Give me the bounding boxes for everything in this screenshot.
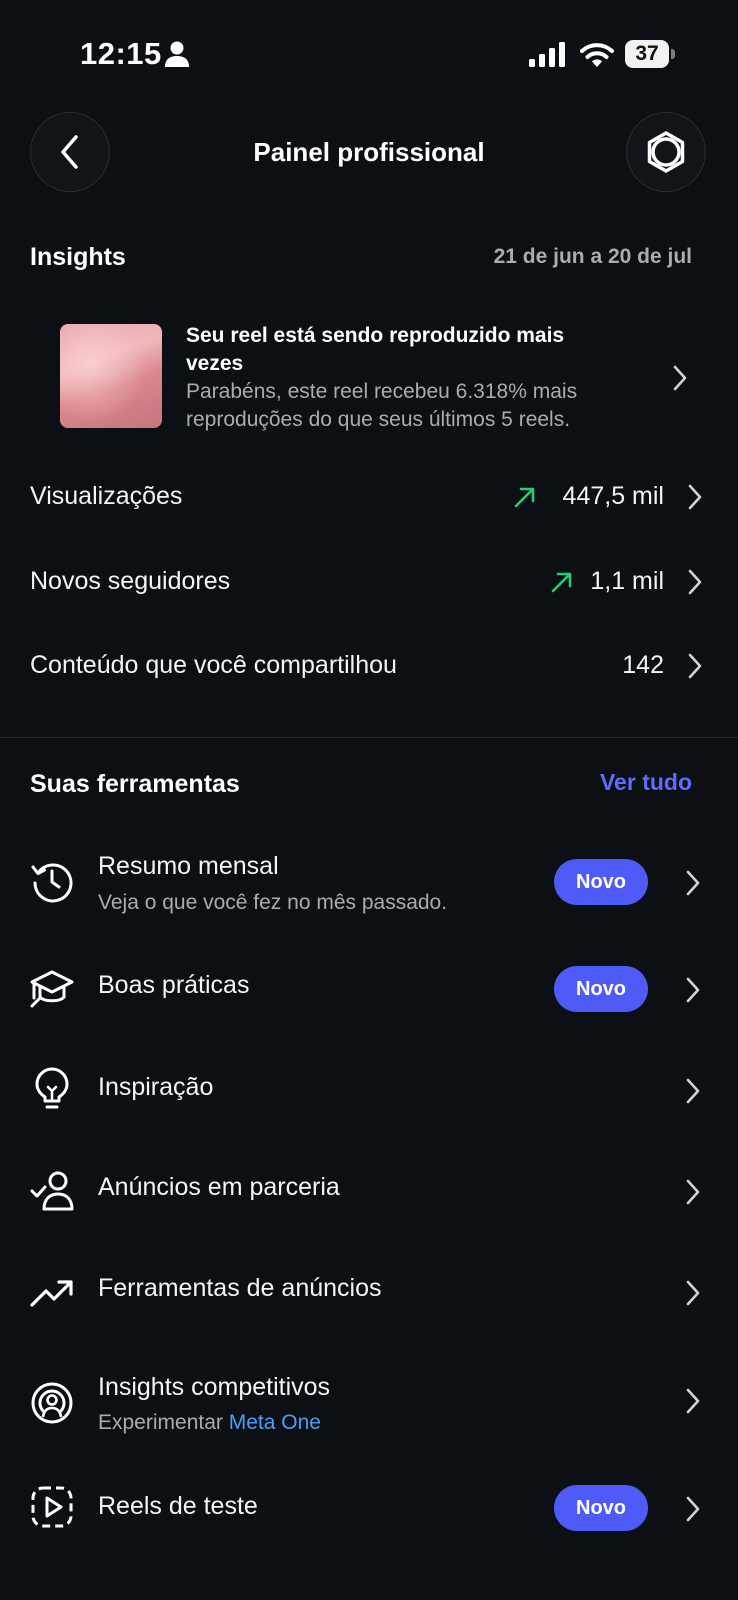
settings-button[interactable] <box>626 112 706 192</box>
metric-label: Novos seguidores <box>30 567 231 595</box>
tool-subtitle: Experimentar Meta One <box>98 1411 321 1435</box>
chevron-right-icon <box>673 365 687 391</box>
metric-value: 447,5 mil <box>562 482 664 510</box>
chevron-right-icon <box>686 977 700 1003</box>
battery-level: 37 <box>635 42 659 65</box>
tool-title: Resumo mensal <box>98 852 279 880</box>
reel-thumbnail <box>60 324 162 428</box>
tool-title: Reels de teste <box>98 1492 258 1520</box>
chevron-right-icon <box>686 1280 700 1306</box>
tools-title: Suas ferramentas <box>30 770 240 798</box>
tool-title: Ferramentas de anúncios <box>98 1274 382 1302</box>
chevron-right-icon <box>688 569 702 595</box>
chevron-right-icon <box>686 870 700 896</box>
tool-subtitle-prefix: Experimentar <box>98 1411 223 1434</box>
see-all-link[interactable]: Ver tudo <box>600 769 692 796</box>
lightbulb-icon <box>35 1067 69 1109</box>
section-divider <box>0 737 738 738</box>
metric-value: 142 <box>622 651 664 679</box>
metric-label: Conteúdo que você compartilhou <box>30 651 397 679</box>
reel-card-description: Parabéns, este reel recebeu 6.318% mais … <box>186 380 578 431</box>
wifi-icon <box>580 43 614 67</box>
insights-title: Insights <box>30 243 126 271</box>
graduation-cap-icon <box>30 970 74 1008</box>
signal-icon <box>529 42 565 67</box>
tool-title: Boas práticas <box>98 971 250 999</box>
chevron-right-icon <box>686 1078 700 1104</box>
chevron-right-icon <box>688 484 702 510</box>
tool-title: Insights competitivos <box>98 1373 331 1401</box>
chevron-right-icon <box>688 653 702 679</box>
tool-title: Anúncios em parceria <box>98 1173 340 1201</box>
metric-label: Visualizações <box>30 482 183 510</box>
chevron-right-icon <box>686 1496 700 1522</box>
radar-person-icon <box>31 1382 73 1424</box>
status-time: 12:15 <box>80 36 162 71</box>
trending-up-icon <box>30 1280 73 1307</box>
reel-card-title: Seu reel está sendo reproduzido mais vez… <box>186 324 565 375</box>
reel-test-icon <box>31 1486 73 1528</box>
person-icon <box>165 41 189 67</box>
date-range[interactable]: 21 de jun a 20 de jul <box>494 245 692 269</box>
tool-title: Inspiração <box>98 1073 214 1101</box>
meta-one-link[interactable]: Meta One <box>229 1411 321 1434</box>
history-clock-icon <box>31 863 73 903</box>
trend-up-arrow-icon <box>551 572 572 593</box>
person-check-icon <box>30 1171 74 1211</box>
new-badge: Novo <box>554 966 648 1012</box>
gear-icon <box>647 131 685 173</box>
metric-value: 1,1 mil <box>590 567 664 595</box>
chevron-right-icon <box>686 1179 700 1205</box>
new-badge: Novo <box>554 859 648 905</box>
tool-subtitle: Veja o que você fez no mês passado. <box>98 891 448 914</box>
battery-icon: 37 <box>625 40 675 68</box>
new-badge: Novo <box>554 1485 648 1531</box>
trend-up-arrow-icon <box>514 487 535 508</box>
chevron-right-icon <box>686 1388 700 1414</box>
